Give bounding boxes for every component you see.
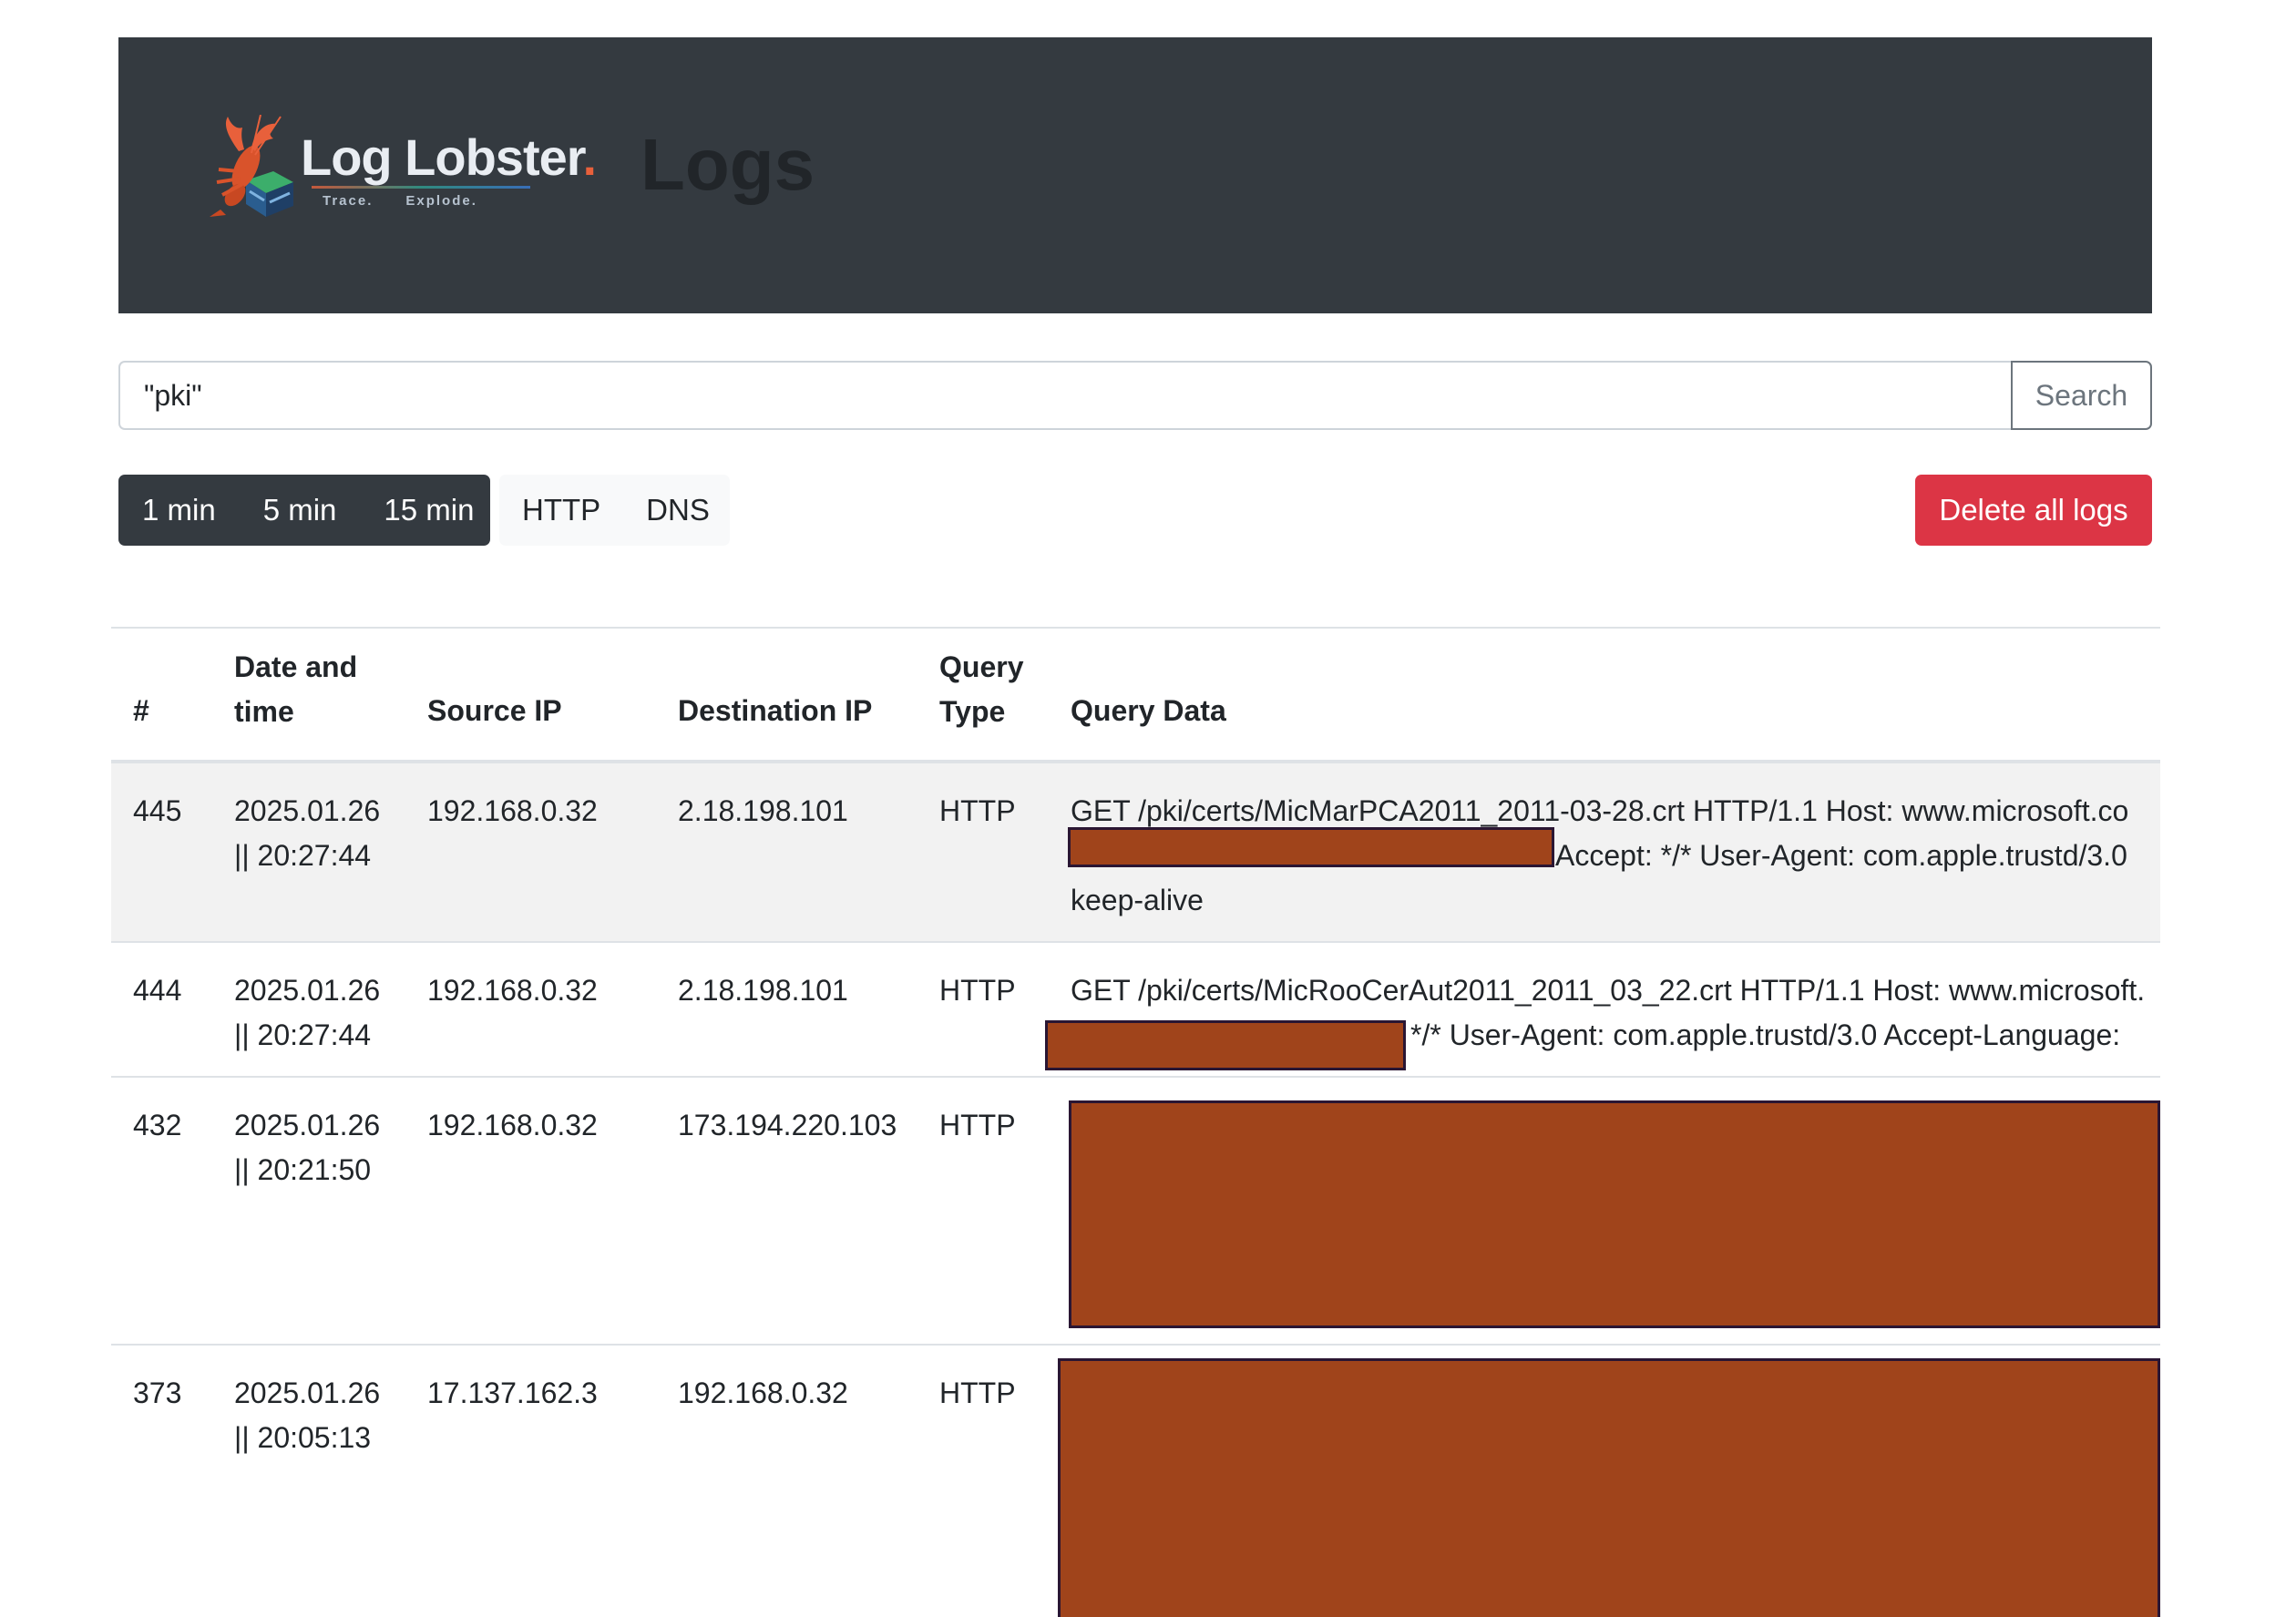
filter-dns-button[interactable]: DNS xyxy=(623,475,733,546)
row-destination-ip: 192.168.0.32 xyxy=(678,1376,848,1409)
row-source-ip: 192.168.0.32 xyxy=(427,974,598,1007)
time-range-group: 1 min 5 min 15 min xyxy=(118,475,490,546)
row-date: 2025.01.26 xyxy=(234,1109,381,1141)
time-15-min-button[interactable]: 15 min xyxy=(360,475,497,546)
row-time: || 20:27:44 xyxy=(234,1018,372,1051)
row-query-type: HTTP xyxy=(939,974,1016,1007)
table-row[interactable]: 432 2025.01.26 || 20:21:50 192.168.0.32 … xyxy=(111,1078,2160,1346)
row-source-ip: 192.168.0.32 xyxy=(427,1109,598,1141)
row-query-type: HTTP xyxy=(939,1109,1016,1141)
row-source-ip: 17.137.162.3 xyxy=(427,1376,598,1409)
row-datetime: 2025.01.26 || 20:05:13 xyxy=(234,1371,380,1460)
row-time: || 20:05:13 xyxy=(234,1421,372,1454)
col-header-destination-ip: Destination IP xyxy=(678,694,873,727)
row-source-ip: 192.168.0.32 xyxy=(427,794,598,827)
row-num: 444 xyxy=(133,974,182,1007)
filter-toolbar: 1 min 5 min 15 min HTTP DNS Delete all l… xyxy=(118,475,2152,546)
row-num: 432 xyxy=(133,1109,182,1141)
row-date: 2025.01.26 xyxy=(234,974,381,1007)
logo-tagline: Trace. Explode. xyxy=(323,193,477,209)
query-type-group: HTTP DNS xyxy=(499,475,730,546)
query-data-line1: GET /pki/certs/MicRooCerAut2011_2011_03_… xyxy=(1071,974,2146,1007)
filter-http-button[interactable]: HTTP xyxy=(499,475,623,546)
row-datetime: 2025.01.26 || 20:27:44 xyxy=(234,968,380,1058)
search-bar: Search xyxy=(118,361,2152,430)
col-header-type-line2: Type xyxy=(939,695,1006,728)
row-time: || 20:21:50 xyxy=(234,1153,372,1186)
row-destination-ip: 2.18.198.101 xyxy=(678,974,848,1007)
query-data-line3: keep-alive xyxy=(1071,884,1204,916)
delete-all-logs-button[interactable]: Delete all logs xyxy=(1915,475,2152,546)
col-header-date: Date and time xyxy=(234,645,357,734)
table-top-border xyxy=(111,627,2160,629)
table-row[interactable]: 444 2025.01.26 || 20:27:44 192.168.0.32 … xyxy=(111,943,2160,1078)
row-query-type: HTTP xyxy=(939,794,1016,827)
search-input[interactable] xyxy=(118,361,2011,430)
row-date: 2025.01.26 xyxy=(234,794,381,827)
row-num: 373 xyxy=(133,1376,182,1409)
row-datetime: 2025.01.26 || 20:27:44 xyxy=(234,789,380,878)
logo-wordmark: Log Lobster. xyxy=(301,128,597,186)
row-datetime: 2025.01.26 || 20:21:50 xyxy=(234,1103,380,1192)
col-header-query-type: Query Type xyxy=(939,645,1023,734)
col-header-query-data: Query Data xyxy=(1071,694,1226,727)
redaction-block xyxy=(1068,827,1554,867)
logo-underline xyxy=(312,186,530,189)
row-date: 2025.01.26 xyxy=(234,1376,381,1409)
page-title: Logs xyxy=(641,124,815,205)
time-1-min-button[interactable]: 1 min xyxy=(118,475,240,546)
log-lobster-logo[interactable]: Log Lobster. Trace. Explode. xyxy=(202,115,597,224)
col-header-source-ip: Source IP xyxy=(427,694,562,727)
table-row[interactable]: 445 2025.01.26 || 20:27:44 192.168.0.32 … xyxy=(111,763,2160,943)
page-container: Log Lobster. Trace.Explode. Logs Search … xyxy=(111,37,2160,1617)
row-time: || 20:27:44 xyxy=(234,839,372,872)
col-header-date-line2: time xyxy=(234,695,294,728)
redaction-block xyxy=(1058,1358,2160,1617)
col-header-type-line1: Query xyxy=(939,650,1024,683)
redaction-block xyxy=(1069,1100,2160,1328)
row-destination-ip: 2.18.198.101 xyxy=(678,794,848,827)
search-button[interactable]: Search xyxy=(2011,361,2152,430)
col-header-num: # xyxy=(133,694,149,727)
logs-table: # Date and time Source IP Destination IP… xyxy=(111,627,2160,1617)
row-destination-ip: 173.194.220.103 xyxy=(678,1109,897,1141)
row-query-type: HTTP xyxy=(939,1376,1016,1409)
redaction-block xyxy=(1045,1020,1406,1070)
table-row[interactable]: 373 2025.01.26 || 20:05:13 17.137.162.3 … xyxy=(111,1346,2160,1617)
row-num: 445 xyxy=(133,794,182,827)
time-5-min-button[interactable]: 5 min xyxy=(240,475,361,546)
header-bar: Log Lobster. Trace. Explode. Logs xyxy=(118,37,2152,313)
col-header-date-line1: Date and xyxy=(234,650,358,683)
lobster-icon xyxy=(210,115,293,217)
